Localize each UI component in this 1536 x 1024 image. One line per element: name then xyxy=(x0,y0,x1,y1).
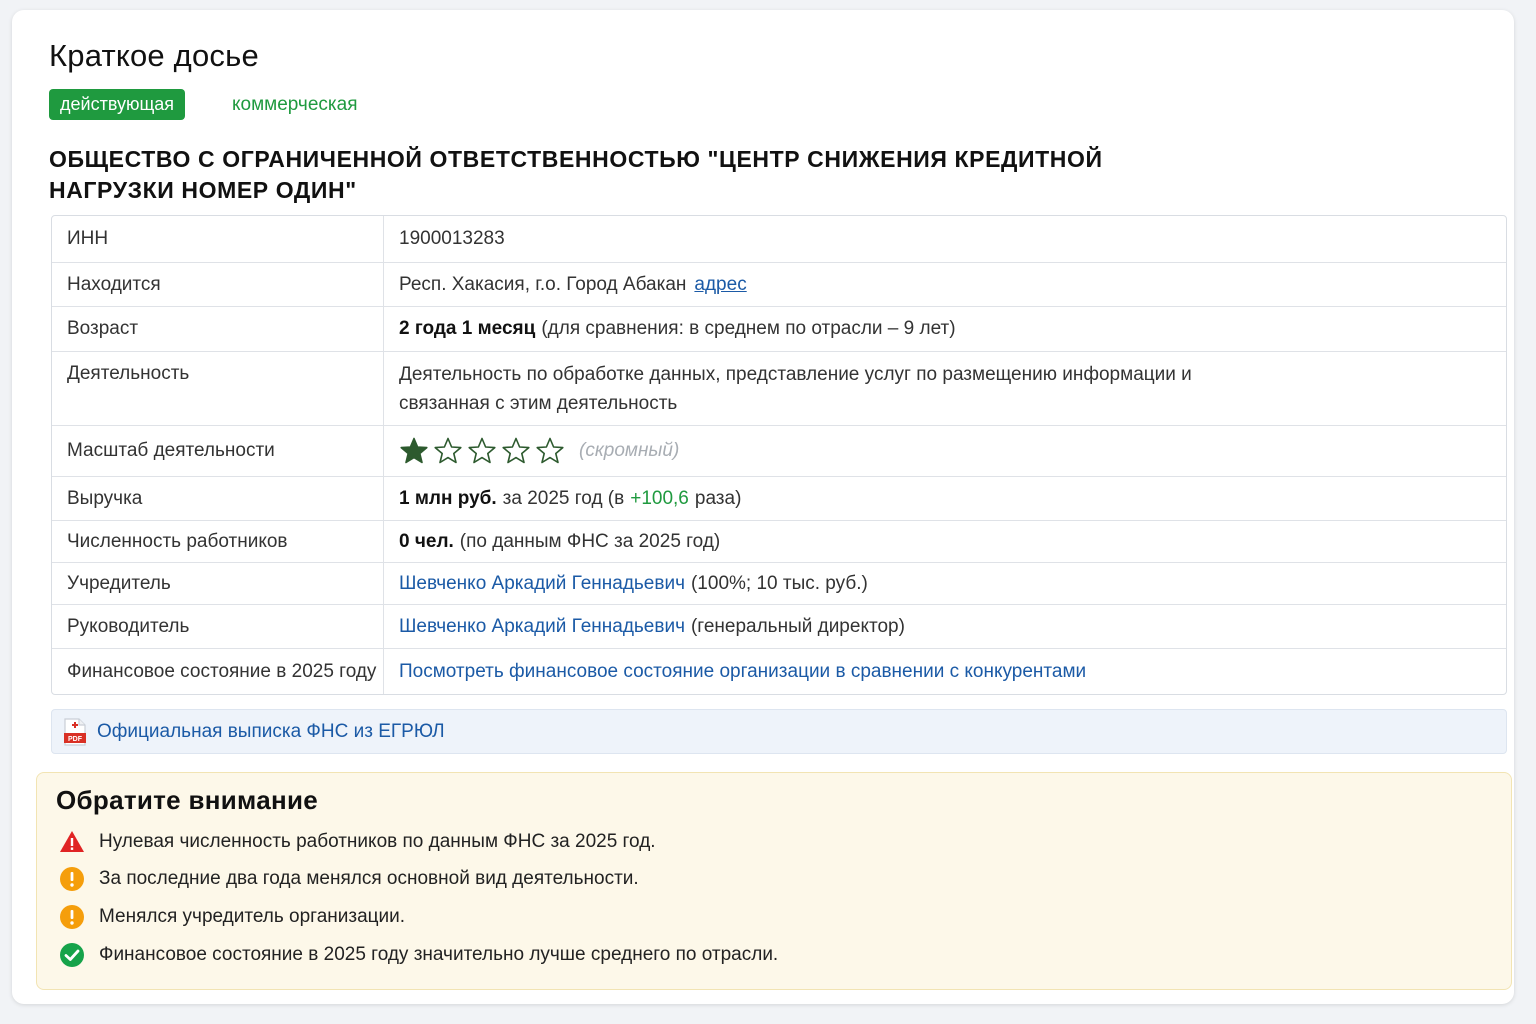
company-info-table: ИНН 1900013283 Находится Респ. Хакасия, … xyxy=(51,215,1507,695)
row-inn: ИНН 1900013283 xyxy=(52,216,1506,262)
organization-name: ОБЩЕСТВО С ОГРАНИЧЕННОЙ ОТВЕТСТВЕННОСТЬЮ… xyxy=(49,146,1103,203)
row-label: Учредитель xyxy=(52,563,384,604)
row-scale: Масштаб деятельности (скромный) xyxy=(52,425,1506,476)
row-label: ИНН xyxy=(52,216,384,262)
row-label: Возраст xyxy=(52,307,384,351)
attention-item: Нулевая численность работников по данным… xyxy=(59,829,656,855)
row-revenue: Выручка 1 млн руб. за 2025 год (в +100,6… xyxy=(52,476,1506,520)
egrul-extract-link[interactable]: Официальная выписка ФНС из ЕГРЮЛ xyxy=(97,721,445,743)
founder-share: (100%; 10 тыс. руб.) xyxy=(690,572,868,594)
dossier-card: Краткое досье действующая коммерческая О… xyxy=(12,10,1514,1004)
scale-rating xyxy=(399,436,565,466)
employees-value: 0 чел. xyxy=(399,530,454,552)
attention-title: Обратите внимание xyxy=(56,785,319,815)
revenue-value: 1 млн руб. xyxy=(399,487,497,509)
row-label: Масштаб деятельности xyxy=(52,426,384,476)
pdf-file-icon: PDF xyxy=(64,717,86,746)
exclamation-circle-icon xyxy=(60,867,84,891)
attention-text: Менялся учредитель организации. xyxy=(99,906,406,927)
star-empty-icon xyxy=(536,437,564,464)
revenue-growth: +100,6 xyxy=(630,487,689,509)
row-label: Численность работников xyxy=(52,521,384,562)
finance-comparison-link[interactable]: Посмотреть финансовое состояние организа… xyxy=(399,661,1086,683)
address-link[interactable]: адрес xyxy=(694,274,746,296)
page-title: Краткое досье xyxy=(49,38,259,73)
row-label: Находится xyxy=(52,263,384,306)
employees-source: (по данным ФНС за 2025 год) xyxy=(459,530,721,552)
scale-note: (скромный) xyxy=(579,440,680,461)
status-badge: действующая xyxy=(49,89,186,120)
egrul-extract-bar[interactable]: PDF Официальная выписка ФНС из ЕГРЮЛ xyxy=(51,709,1507,754)
age-value: 2 года 1 месяц xyxy=(399,318,536,339)
org-type-label: коммерческая xyxy=(232,94,358,115)
attention-item: Менялся учредитель организации. xyxy=(59,904,405,930)
row-age: Возраст 2 года 1 месяц (для сравнения: в… xyxy=(52,306,1506,351)
revenue-period: за 2025 год (в xyxy=(502,487,625,509)
row-activity: Деятельность Деятельность по обработке д… xyxy=(52,351,1506,425)
attention-text: Финансовое состояние в 2025 году значите… xyxy=(99,944,779,965)
row-finance: Финансовое состояние в 2025 году Посмотр… xyxy=(52,648,1506,694)
director-link[interactable]: Шевченко Аркадий Геннадьевич xyxy=(399,616,685,638)
star-empty-icon xyxy=(434,437,462,464)
check-circle-icon xyxy=(60,943,84,967)
activity-value: Деятельность по обработке данных, предст… xyxy=(399,364,1192,414)
revenue-growth-unit: раза) xyxy=(694,487,742,509)
inn-value: 1900013283 xyxy=(399,228,505,249)
star-empty-icon xyxy=(502,437,530,464)
attention-item: Финансовое состояние в 2025 году значите… xyxy=(59,942,778,968)
row-location: Находится Респ. Хакасия, г.о. Город Абак… xyxy=(52,262,1506,306)
founder-link[interactable]: Шевченко Аркадий Геннадьевич xyxy=(399,573,685,595)
attention-text: За последние два года менялся основной в… xyxy=(99,868,639,889)
svg-text:PDF: PDF xyxy=(68,736,83,743)
attention-panel: Обратите внимание Нулевая численность ра… xyxy=(36,772,1512,990)
star-empty-icon xyxy=(468,437,496,464)
location-value: Респ. Хакасия, г.о. Город Абакан xyxy=(399,273,687,295)
row-director: Руководитель Шевченко Аркадий Геннадьеви… xyxy=(52,604,1506,648)
exclamation-circle-icon xyxy=(60,905,84,929)
row-label: Руководитель xyxy=(52,605,384,648)
row-label: Выручка xyxy=(52,477,384,520)
director-position: (генеральный директор) xyxy=(690,615,905,637)
row-label: Деятельность xyxy=(52,352,384,425)
row-label: Финансовое состояние в 2025 году xyxy=(52,649,384,694)
star-filled-icon xyxy=(400,437,428,464)
attention-item: За последние два года менялся основной в… xyxy=(59,866,639,892)
attention-text: Нулевая численность работников по данным… xyxy=(99,831,656,852)
row-founder: Учредитель Шевченко Аркадий Геннадьевич … xyxy=(52,562,1506,604)
row-employees: Численность работников 0 чел. (по данным… xyxy=(52,520,1506,562)
warning-triangle-icon xyxy=(60,831,84,852)
age-comparison: (для сравнения: в среднем по отрасли – 9… xyxy=(541,318,956,339)
